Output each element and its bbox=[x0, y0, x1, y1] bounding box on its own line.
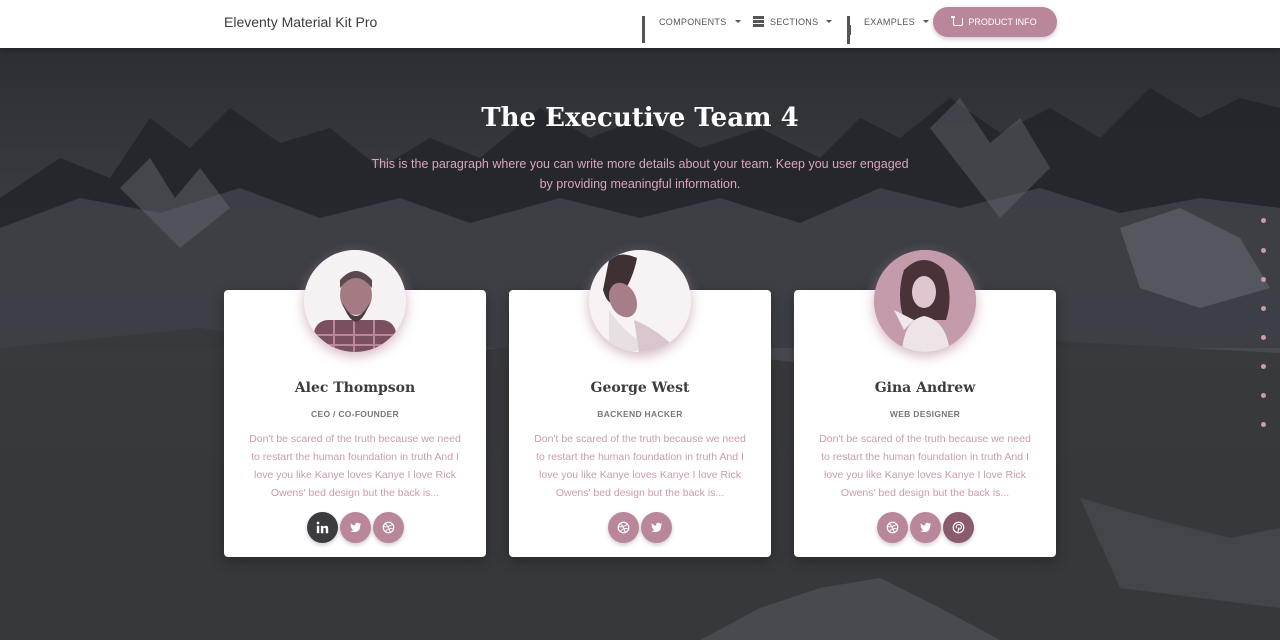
avatar-alec-thompson bbox=[304, 250, 406, 352]
nav-components-label: COMPONENTS bbox=[659, 16, 727, 27]
navbar: Eleventy Material Kit Pro COMPONENTS SEC… bbox=[0, 0, 1280, 48]
team-member-description: Don't be scared of the truth because we … bbox=[249, 433, 461, 499]
team-member-name: Gina Andrew bbox=[874, 380, 976, 396]
product-info-button[interactable]: PRODUCT INFO bbox=[933, 7, 1057, 37]
twitter-icon bbox=[650, 522, 663, 533]
section-nav-dot[interactable] bbox=[1261, 422, 1266, 427]
team-member-role: WEB DESIGNER bbox=[889, 409, 961, 419]
pinterest-icon bbox=[952, 521, 964, 534]
page-subtitle: This is the paragraph where you can writ… bbox=[371, 157, 909, 191]
section-nav-dot[interactable] bbox=[1261, 364, 1266, 369]
apps-grid-icon bbox=[642, 16, 653, 43]
nav-examples-dropdown[interactable]: EXAMPLES bbox=[847, 16, 929, 44]
team-card-alec-thompson: Alec Thompson CEO / CO-FOUNDER Don't be … bbox=[224, 250, 486, 557]
caret-down-icon bbox=[734, 20, 741, 23]
section-nav-dot[interactable] bbox=[1261, 393, 1266, 398]
nav-sections-label: SECTIONS bbox=[770, 16, 819, 27]
team-card-gina-andrew: Gina Andrew WEB DESIGNER Don't be scared… bbox=[794, 250, 1056, 557]
product-info-label: PRODUCT INFO bbox=[968, 17, 1037, 27]
dribbble-button[interactable] bbox=[876, 512, 908, 543]
team-member-name: Alec Thompson bbox=[294, 380, 416, 396]
dribbble-button[interactable] bbox=[608, 512, 639, 543]
linkedin-button[interactable] bbox=[306, 512, 338, 543]
nav-sections-dropdown[interactable]: SECTIONS bbox=[753, 16, 833, 27]
nav-components-dropdown[interactable]: COMPONENTS bbox=[642, 16, 741, 43]
dribbble-button[interactable] bbox=[372, 512, 404, 543]
caret-down-icon bbox=[922, 20, 929, 23]
pinterest-button[interactable] bbox=[942, 512, 974, 543]
twitter-icon bbox=[349, 522, 361, 533]
linkedin-icon bbox=[316, 521, 328, 534]
view-day-icon bbox=[753, 16, 764, 27]
avatar-george-west bbox=[589, 250, 691, 352]
team-member-description: Don't be scared of the truth because we … bbox=[534, 433, 746, 499]
dribbble-icon bbox=[617, 521, 630, 534]
nav-examples-label: EXAMPLES bbox=[864, 16, 915, 27]
team-member-role: BACKEND HACKER bbox=[597, 409, 683, 419]
social-buttons bbox=[794, 512, 1056, 543]
social-buttons bbox=[224, 512, 486, 543]
twitter-icon bbox=[919, 522, 931, 533]
section-nav-dot[interactable] bbox=[1261, 248, 1266, 253]
twitter-button[interactable] bbox=[339, 512, 371, 543]
social-buttons bbox=[509, 512, 771, 543]
section-nav-dot[interactable] bbox=[1261, 218, 1266, 223]
avatar-gina-andrew bbox=[874, 250, 976, 352]
dribbble-icon bbox=[382, 521, 394, 534]
section-nav-dot[interactable] bbox=[1261, 277, 1266, 282]
section-nav-dot[interactable] bbox=[1261, 306, 1266, 311]
team-card-george-west: George West BACKEND HACKER Don't be scar… bbox=[509, 250, 771, 557]
caret-down-icon bbox=[826, 20, 833, 23]
brand-title[interactable]: Eleventy Material Kit Pro bbox=[224, 14, 377, 30]
dribbble-icon bbox=[886, 521, 898, 534]
team-member-name: George West bbox=[590, 380, 690, 396]
page-title: The Executive Team 4 bbox=[481, 103, 799, 133]
twitter-button[interactable] bbox=[909, 512, 941, 543]
view-carousel-icon bbox=[847, 16, 858, 44]
section-nav-dot[interactable] bbox=[1261, 335, 1266, 340]
team-member-description: Don't be scared of the truth because we … bbox=[819, 433, 1031, 499]
twitter-button[interactable] bbox=[641, 512, 672, 543]
shopping-cart-icon bbox=[951, 16, 964, 26]
team-member-role: CEO / CO-FOUNDER bbox=[311, 409, 399, 419]
